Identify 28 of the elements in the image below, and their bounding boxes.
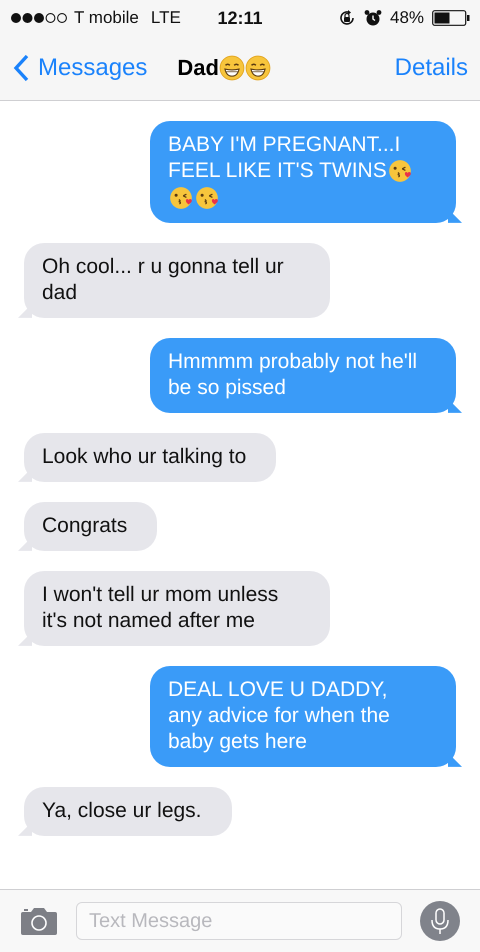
kissing-face-icon xyxy=(194,184,220,211)
contact-name: Dad xyxy=(177,55,219,81)
message-text: Oh cool... r u gonna tell ur dad xyxy=(42,254,284,304)
kissing-face-icon xyxy=(386,158,413,184)
details-link[interactable]: Details xyxy=(394,54,468,82)
clock-time: 12:11 xyxy=(217,8,263,28)
signal-strength-icon xyxy=(10,12,68,24)
message-text: DEAL LOVE U DADDY, any advice for when the baby gets here xyxy=(168,678,390,753)
message-input[interactable]: Text Message xyxy=(76,902,402,940)
message-text: Look who ur talking to xyxy=(42,444,246,468)
chevron-left-icon xyxy=(12,53,30,83)
battery-percentage: 48% xyxy=(390,8,424,28)
kissing-face-icon xyxy=(168,184,194,211)
grinning-face-icon xyxy=(244,55,271,81)
back-link[interactable]: Messages xyxy=(12,53,148,83)
message-text: Hmmmm probably not he'll be so pissed xyxy=(168,350,418,399)
grinning-face-icon xyxy=(218,55,245,81)
microphone-icon[interactable] xyxy=(420,901,460,941)
network-type: LTE xyxy=(150,8,181,28)
alarm-clock-icon xyxy=(364,9,382,27)
message-text: BABY I'M PREGNANT...I FEEL LIKE IT'S TWINS xyxy=(168,133,400,182)
camera-icon[interactable] xyxy=(20,906,58,936)
rotation-lock-icon xyxy=(338,9,356,27)
message-text: Ya, close ur legs. xyxy=(42,798,202,822)
carrier-name: T mobile xyxy=(74,8,139,28)
message-text: Congrats xyxy=(42,514,128,537)
message-text: I won't tell ur mom unless it's not named after me xyxy=(42,582,278,632)
battery-icon xyxy=(432,10,470,26)
